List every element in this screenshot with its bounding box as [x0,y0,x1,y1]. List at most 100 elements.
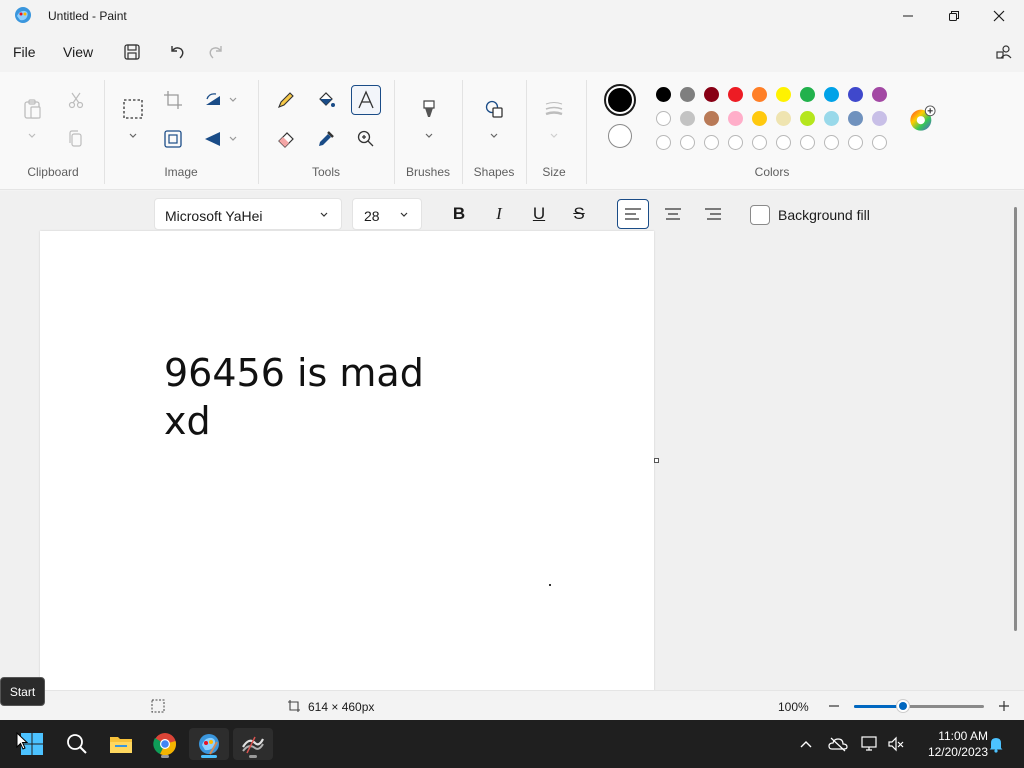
search-button[interactable] [57,728,97,760]
palette-swatch[interactable] [872,87,887,102]
canvas-text-box[interactable]: 96456 is mad xd [164,349,424,445]
taskbar-file-explorer[interactable] [101,728,141,760]
pencil-tool[interactable] [271,85,301,115]
save-button[interactable] [118,40,146,64]
flip-chevron-icon[interactable] [228,135,238,143]
shapes-chevron-icon[interactable] [489,132,499,140]
custom-color-slot[interactable] [800,135,815,150]
paste-button[interactable] [17,94,47,124]
background-fill-checkbox[interactable] [750,205,770,225]
copy-button[interactable] [61,124,91,154]
palette-swatch[interactable] [704,111,719,126]
background-fill-label: Background fill [778,207,870,223]
underline-button[interactable]: U [523,199,555,229]
restore-button[interactable] [931,0,977,32]
palette-swatch[interactable] [872,111,887,126]
custom-color-slot[interactable] [704,135,719,150]
restore-icon [949,11,959,21]
palette-swatch[interactable] [800,111,815,126]
taskbar-clock[interactable]: 11:00 AM 12/20/2023 [912,728,988,760]
zoom-slider-thumb[interactable] [896,699,911,713]
clock-date: 12/20/2023 [927,745,988,759]
custom-color-slot[interactable] [656,135,671,150]
custom-color-slot[interactable] [752,135,767,150]
palette-swatch[interactable] [656,111,671,126]
vertical-scrollbar[interactable] [1014,207,1017,631]
zoom-in-icon[interactable] [997,699,1011,713]
fill-tool[interactable] [311,85,341,115]
palette-swatch[interactable] [824,111,839,126]
text-tool[interactable] [351,85,381,115]
secondary-color-swatch[interactable] [608,124,632,148]
custom-color-slot[interactable] [872,135,887,150]
network-tray[interactable] [860,734,880,754]
zoom-out-icon[interactable] [827,699,841,713]
palette-swatch[interactable] [656,87,671,102]
cut-button[interactable] [61,85,91,115]
magnifier-tool[interactable] [351,124,381,154]
drawing-canvas[interactable]: 96456 is mad xd [40,231,654,691]
edit-colors-button[interactable] [907,104,937,134]
align-left-button[interactable] [617,199,649,229]
palette-swatch[interactable] [680,111,695,126]
brushes-button[interactable] [414,94,444,124]
minimize-button[interactable] [885,0,931,32]
font-size-select[interactable]: 28 [352,198,422,230]
account-button[interactable] [990,40,1018,64]
custom-color-slot[interactable] [728,135,743,150]
palette-swatch[interactable] [680,87,695,102]
font-family-select[interactable]: Microsoft YaHei [154,198,342,230]
taskbar-chrome[interactable] [145,728,185,760]
size-button[interactable] [539,94,569,124]
volume-tray[interactable] [886,734,906,754]
italic-button[interactable]: I [483,199,515,229]
palette-swatch[interactable] [848,87,863,102]
ribbon-separator [462,80,463,184]
custom-color-slot[interactable] [848,135,863,150]
onedrive-tray[interactable] [828,734,848,754]
canvas-resize-handle[interactable] [654,458,659,463]
palette-swatch[interactable] [848,111,863,126]
palette-swatch[interactable] [752,87,767,102]
palette-swatch[interactable] [752,111,767,126]
menu-view[interactable]: View [63,44,93,60]
undo-button[interactable] [163,40,191,64]
palette-swatch[interactable] [728,87,743,102]
brushes-chevron-icon[interactable] [424,132,434,140]
taskbar-paint[interactable] [189,728,229,760]
rotate-button[interactable] [198,85,228,115]
brush-icon [423,100,435,117]
strikethrough-button[interactable]: S [563,199,595,229]
palette-swatch[interactable] [704,87,719,102]
resize-button[interactable] [158,124,188,154]
palette-swatch[interactable] [800,87,815,102]
palette-swatch[interactable] [728,111,743,126]
menu-file[interactable]: File [13,44,36,60]
color-picker-tool[interactable] [311,124,341,154]
notification-button[interactable] [986,734,1006,754]
palette-swatch[interactable] [776,87,791,102]
size-chevron-icon[interactable] [549,132,559,140]
select-button[interactable] [118,94,148,124]
paste-chevron-icon[interactable] [27,132,37,140]
show-hidden-icons-button[interactable] [796,734,816,754]
eraser-tool[interactable] [271,124,301,154]
crop-button[interactable] [158,85,188,115]
custom-color-slot[interactable] [680,135,695,150]
align-center-button[interactable] [657,199,689,229]
palette-swatch[interactable] [824,87,839,102]
align-right-button[interactable] [697,199,729,229]
close-button[interactable] [976,0,1022,32]
custom-color-slot[interactable] [776,135,791,150]
palette-swatch[interactable] [776,111,791,126]
shapes-button[interactable] [479,94,509,124]
select-chevron-icon[interactable] [128,132,138,140]
zoom-slider[interactable] [854,705,984,708]
primary-color-swatch[interactable] [604,84,636,116]
custom-color-slot[interactable] [824,135,839,150]
flip-button[interactable] [198,124,228,154]
redo-button[interactable] [202,40,230,64]
bold-button[interactable]: B [443,199,475,229]
taskbar-app[interactable] [233,728,273,760]
rotate-chevron-icon[interactable] [228,96,238,104]
